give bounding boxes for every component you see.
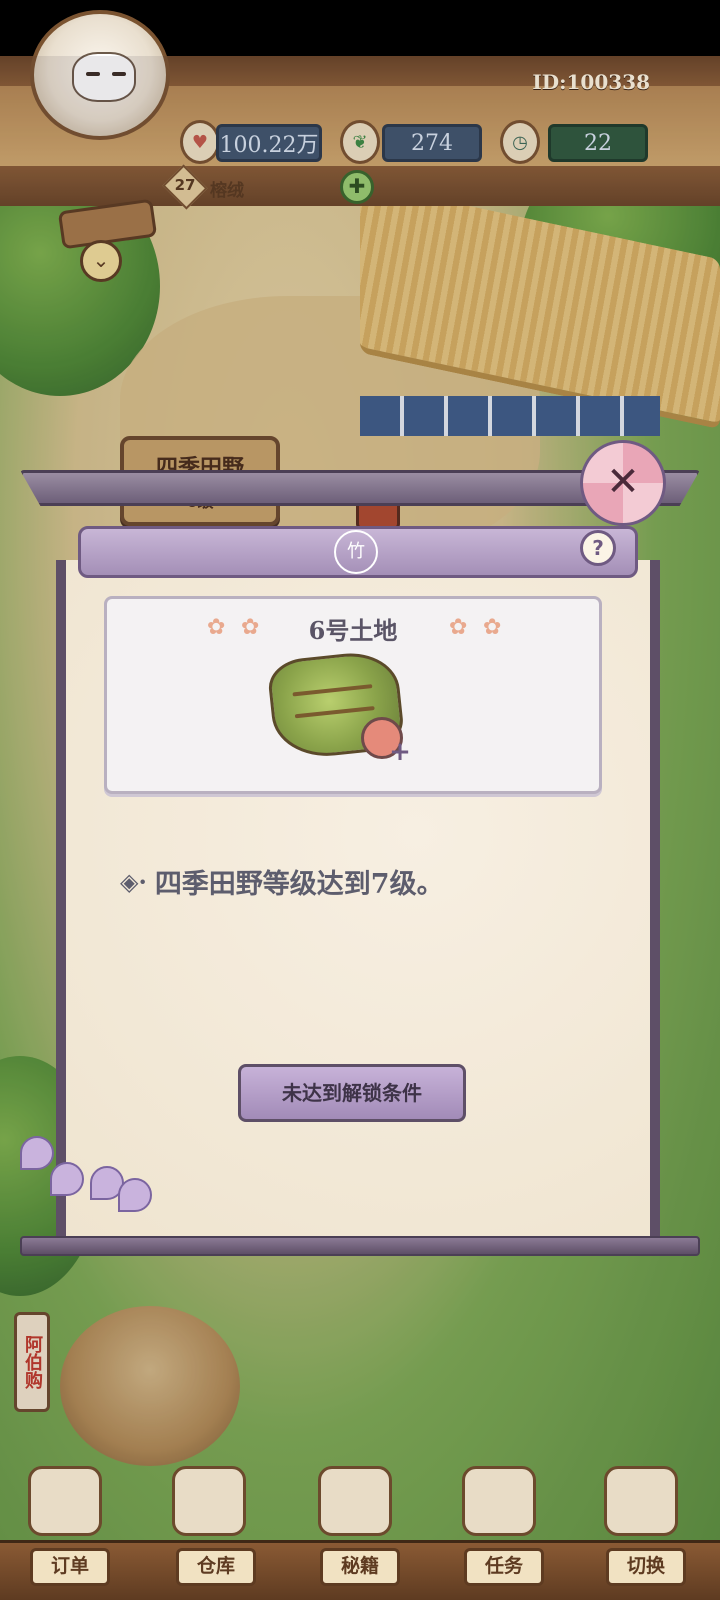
flower-icon: ✿ (449, 615, 468, 640)
nav-secrets[interactable]: 秘籍 (320, 1548, 400, 1586)
nav-switch[interactable]: 切换 (606, 1548, 686, 1586)
unlock-requirement: ◈· 四季田野等级达到7级。 (120, 862, 444, 901)
nav-warehouse[interactable]: 仓库 (176, 1548, 256, 1586)
help-button[interactable]: ? (580, 530, 616, 566)
close-button[interactable]: ✕ (580, 440, 666, 526)
nav-orders[interactable]: 订单 (30, 1548, 110, 1586)
requirement-text: 四季田野等级达到7级。 (154, 869, 444, 900)
orders-clipboard-icon[interactable] (28, 1466, 102, 1536)
bamboo-emblem-icon: 竹 (334, 530, 378, 574)
plot-furrow (292, 684, 373, 697)
nav-tasks[interactable]: 任务 (464, 1548, 544, 1586)
land-card: ✿ ✿ 6号土地 ✿ ✿ + (104, 596, 602, 794)
petal (50, 1162, 84, 1196)
secret-book-icon[interactable] (318, 1466, 392, 1536)
warehouse-icon[interactable] (172, 1466, 246, 1536)
nav-icons-row (0, 1462, 720, 1540)
plot-furrow (294, 706, 375, 719)
switch-map-icon[interactable] (604, 1466, 678, 1536)
plus-icon: + (389, 737, 411, 767)
petal (20, 1136, 54, 1170)
diamond-bullet-icon: ◈· (120, 867, 147, 896)
task-scroll-icon[interactable] (462, 1466, 536, 1536)
unlock-button[interactable]: 未达到解锁条件 (238, 1064, 466, 1122)
flower-icon: ✿ (483, 615, 502, 640)
petal-decoration (10, 1126, 160, 1216)
land-title: 6号土地 (308, 616, 398, 645)
petal (118, 1178, 152, 1212)
bottom-nav: 订单 仓库 秘籍 任务 切换 (0, 1462, 720, 1600)
dialog-bottom-beam (20, 1236, 700, 1256)
